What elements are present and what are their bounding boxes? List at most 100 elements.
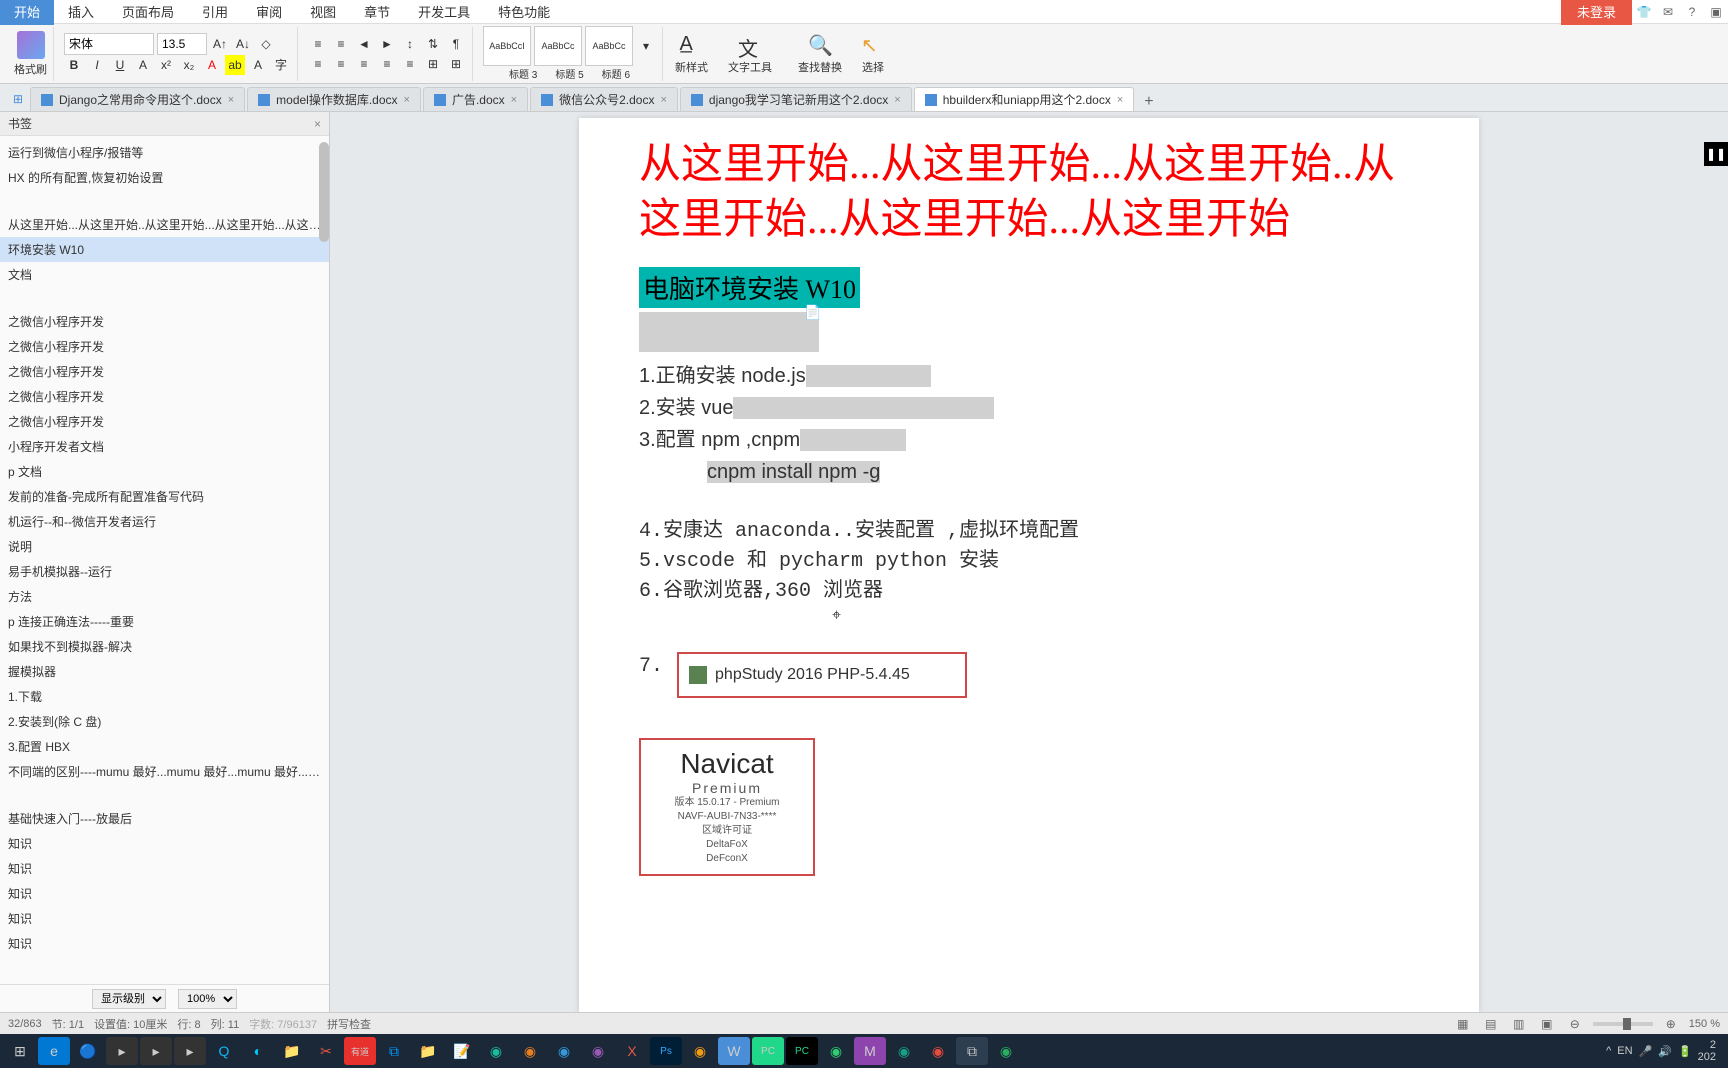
strike-button[interactable]: A [133, 55, 153, 75]
format-brush-icon[interactable] [17, 31, 45, 59]
menu-layout[interactable]: 页面布局 [108, 0, 188, 25]
outline-item-24[interactable]: 3.配置 HBX [0, 734, 329, 759]
pause-icon[interactable]: ❚❚ [1704, 142, 1728, 166]
distribute-button[interactable]: ≡ [400, 54, 420, 74]
outline-item-27[interactable]: 基础快速入门----放最后 [0, 806, 329, 831]
outline-item-14[interactable]: 发前的准备-完成所有配置准备写代码 [0, 484, 329, 509]
outline-item-0[interactable]: 运行到微信小程序/报错等 [0, 140, 329, 165]
document-tab-5[interactable]: hbuilderx和uniapp用这个2.docx× [914, 87, 1135, 111]
styles-more-icon[interactable]: ▾ [636, 36, 656, 56]
sidebar-close-icon[interactable]: × [314, 117, 321, 131]
taskbar-terminal-2[interactable]: ▸ [140, 1037, 172, 1065]
line-spacing-button[interactable]: ↕ [400, 34, 420, 54]
menu-special[interactable]: 特色功能 [484, 0, 564, 25]
increase-indent-button[interactable]: ► [377, 34, 397, 54]
decrease-font-icon[interactable]: A↓ [233, 34, 253, 54]
outline-item-12[interactable]: 小程序开发者文档 [0, 434, 329, 459]
outline-item-13[interactable]: p 文档 [0, 459, 329, 484]
outline-item-8[interactable]: 之微信小程序开发 [0, 334, 329, 359]
outline-item-7[interactable]: 之微信小程序开发 [0, 309, 329, 334]
tray-mic-icon[interactable]: 🎤 [1639, 1045, 1653, 1058]
zoom-out-icon[interactable]: ⊖ [1565, 1014, 1585, 1034]
document-editor[interactable]: 从这里开始...从这里开始...从这里开始..从这里开始...从这里开始...从… [330, 112, 1728, 1012]
taskbar-explorer-2[interactable]: 📁 [412, 1037, 444, 1065]
menu-start[interactable]: 开始 [0, 0, 54, 25]
superscript-button[interactable]: x² [156, 55, 176, 75]
outline-item-9[interactable]: 之微信小程序开发 [0, 359, 329, 384]
taskbar-app-3[interactable]: ◉ [548, 1037, 580, 1065]
outline-item-26[interactable] [0, 784, 329, 806]
taskbar-qq[interactable]: Q [208, 1037, 240, 1065]
outline-item-21[interactable]: 握模拟器 [0, 659, 329, 684]
tab-close-icon[interactable]: × [894, 94, 900, 106]
font-size-select[interactable] [157, 33, 207, 55]
outline-item-1[interactable]: HX 的所有配置,恢复初始设置 [0, 165, 329, 190]
tray-ime[interactable]: EN [1617, 1045, 1632, 1057]
increase-font-icon[interactable]: A↑ [210, 34, 230, 54]
taskbar-terminal-3[interactable]: ▸ [174, 1037, 206, 1065]
menu-dev[interactable]: 开发工具 [404, 0, 484, 25]
outline-item-22[interactable]: 1.下载 [0, 684, 329, 709]
tray-date[interactable]: 202 [1698, 1051, 1716, 1063]
taskbar-browser[interactable]: ◐ [242, 1037, 274, 1065]
display-level-select[interactable]: 显示级别 [92, 989, 166, 1009]
font-family-select[interactable] [64, 33, 154, 55]
zoom-slider[interactable] [1593, 1022, 1653, 1026]
outline-item-32[interactable]: 知识 [0, 931, 329, 956]
clear-format-icon[interactable]: ◇ [256, 34, 276, 54]
zoom-value[interactable]: 150 % [1689, 1018, 1720, 1030]
font-color-button[interactable]: A [202, 55, 222, 75]
align-right-button[interactable]: ≡ [354, 54, 374, 74]
document-tab-0[interactable]: Django之常用命令用这个.docx× [30, 87, 245, 111]
outline-item-17[interactable]: 易手机模拟器--运行 [0, 559, 329, 584]
menu-insert[interactable]: 插入 [54, 0, 108, 25]
taskbar-app-4[interactable]: ◉ [582, 1037, 614, 1065]
tab-close-icon[interactable]: × [228, 94, 234, 106]
menu-view[interactable]: 视图 [296, 0, 350, 25]
new-style-button[interactable]: A̲ 新样式 [667, 31, 716, 77]
outline-item-19[interactable]: p 连接正确连法-----重要 [0, 609, 329, 634]
zoom-in-icon[interactable]: ⊕ [1661, 1014, 1681, 1034]
wechat-icon[interactable]: ✉ [1656, 0, 1680, 24]
outline-item-28[interactable]: 知识 [0, 831, 329, 856]
sort-button[interactable]: ⇅ [423, 34, 443, 54]
outline-list[interactable]: 运行到微信小程序/报错等HX 的所有配置,恢复初始设置 从这里开始...从这里开… [0, 136, 329, 984]
status-spellcheck[interactable]: 拼写检查 [327, 1016, 371, 1032]
menu-review[interactable]: 审阅 [242, 0, 296, 25]
italic-button[interactable]: I [87, 55, 107, 75]
taskbar-pycharm-2[interactable]: PC [786, 1037, 818, 1065]
view-outline-icon[interactable]: ▤ [1481, 1014, 1501, 1034]
login-button[interactable]: 未登录 [1561, 0, 1632, 25]
tray-volume-icon[interactable]: 🔊 [1658, 1045, 1672, 1058]
taskbar-app-1[interactable]: ◉ [480, 1037, 512, 1065]
decrease-indent-button[interactable]: ◄ [354, 34, 374, 54]
tray-battery-icon[interactable]: 🔋 [1678, 1045, 1692, 1058]
find-replace-button[interactable]: 🔍 查找替换 [790, 31, 850, 77]
menu-chapter[interactable]: 章节 [350, 0, 404, 25]
shading-button[interactable]: A [248, 55, 268, 75]
outline-item-31[interactable]: 知识 [0, 906, 329, 931]
outline-item-20[interactable]: 如果找不到模拟器-解决 [0, 634, 329, 659]
select-button[interactable]: ↖ 选择 [853, 31, 893, 77]
tab-close-icon[interactable]: × [660, 94, 666, 106]
bullets-button[interactable]: ≡ [308, 34, 328, 54]
taskbar-app-5[interactable]: ◉ [684, 1037, 716, 1065]
taskbar-pycharm[interactable]: PC [752, 1037, 784, 1065]
sidebar-scrollbar[interactable] [319, 142, 329, 242]
numbering-button[interactable]: ≡ [331, 34, 351, 54]
outline-item-3[interactable]: 从这里开始...从这里开始..从这里开始...从这里开始...从这里开 [0, 212, 329, 237]
outline-item-15[interactable]: 机运行--和--微信开发者运行 [0, 509, 329, 534]
highlight-button[interactable]: ab [225, 55, 245, 75]
taskbar-app-9[interactable]: ◉ [922, 1037, 954, 1065]
outline-item-30[interactable]: 知识 [0, 881, 329, 906]
view-web-icon[interactable]: ▥ [1509, 1014, 1529, 1034]
taskbar-chrome[interactable]: 🔵 [72, 1037, 104, 1065]
shirt-icon[interactable]: 👕 [1632, 0, 1656, 24]
taskbar-snip[interactable]: ✂ [310, 1037, 342, 1065]
outline-item-25[interactable]: 不同端的区别----mumu 最好...mumu 最好...mumu 最好...… [0, 759, 329, 784]
taskbar-notepad[interactable]: 📝 [446, 1037, 478, 1065]
outline-item-4[interactable]: 环境安装 W10 [0, 237, 329, 262]
style-heading6[interactable]: AaBbCc [585, 26, 633, 66]
tab-close-icon[interactable]: × [1117, 94, 1123, 106]
taskbar-app-6[interactable]: ◉ [820, 1037, 852, 1065]
